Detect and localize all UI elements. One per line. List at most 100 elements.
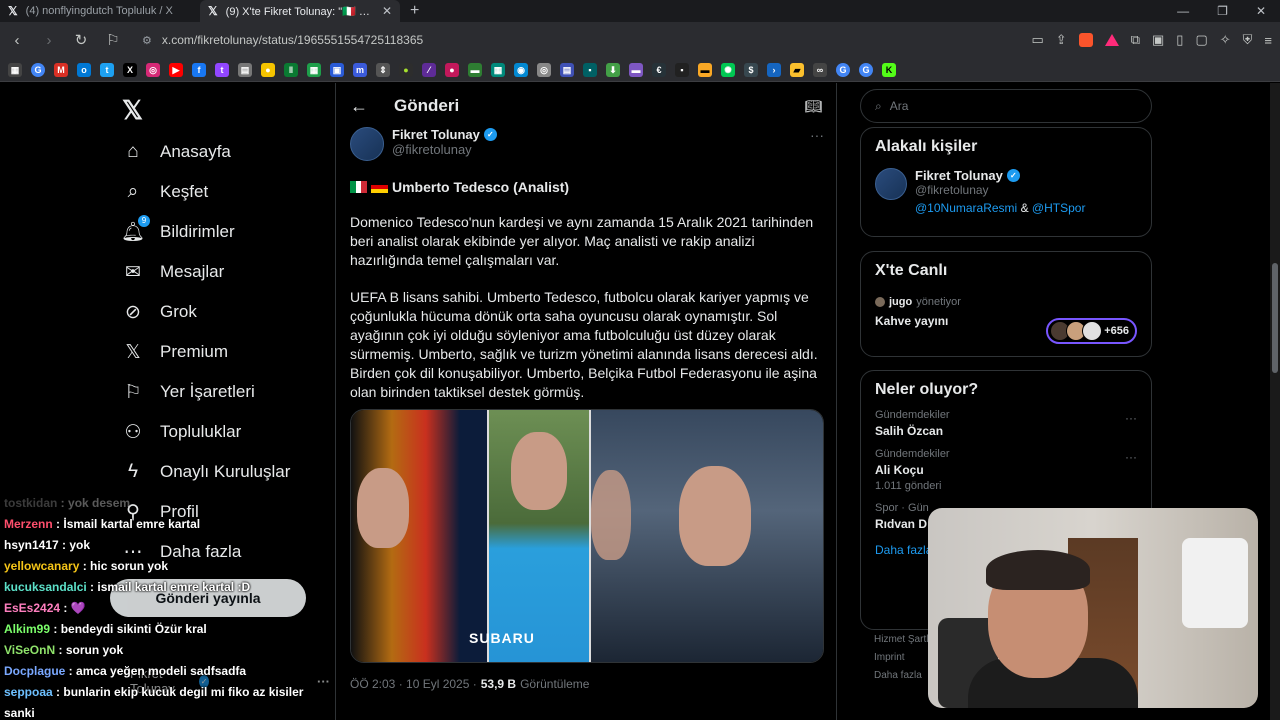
related-person[interactable]: Fikret Tolunay ✓ @fikretolunay @10NumaraR…: [861, 156, 1151, 225]
site-info-icon[interactable]: ⚙: [142, 34, 152, 47]
twitter-bookmark-icon[interactable]: t: [100, 62, 114, 77]
tweet-media[interactable]: SUBARU: [350, 409, 824, 663]
nav-item-bookmarks[interactable]: ⚐ Yer İşaretleri: [122, 381, 254, 403]
bookmark-icon[interactable]: ▣: [330, 62, 344, 77]
bookmark-icon[interactable]: ▪: [583, 62, 597, 77]
back-arrow-icon[interactable]: ←: [350, 96, 368, 117]
bookmark-icon[interactable]: m: [353, 62, 367, 77]
back-icon[interactable]: ‹: [8, 32, 26, 49]
nav-item-explore[interactable]: ⌕ Keşfet: [122, 181, 209, 203]
wallet-icon[interactable]: ▢: [1195, 32, 1207, 48]
bookmark-icon[interactable]: ▬: [468, 62, 482, 77]
bookmark-icon[interactable]: ▤: [560, 62, 574, 77]
avatar[interactable]: [350, 127, 384, 161]
bookmark-icon[interactable]: ▪: [675, 62, 689, 77]
bookmark-icon[interactable]: ▦: [491, 62, 505, 77]
tweet-time[interactable]: ÖÖ 2:03 · 10 Eyl 2025 ·: [350, 677, 477, 691]
nav-item-grok[interactable]: ⊘ Grok: [122, 301, 197, 323]
listeners-pill[interactable]: +656: [1046, 318, 1137, 344]
live-card[interactable]: X'te Canlı jugo yönetiyor Kahve yayını +…: [860, 251, 1152, 357]
folder-icon[interactable]: ▰: [790, 62, 804, 77]
nav-item-notifications[interactable]: 🔔︎ 9 Bildirimler: [121, 215, 235, 243]
bookmark-icon[interactable]: ▤: [238, 62, 252, 77]
chat-text: bunlarin ekip kucuk degil mi fiko az kis…: [63, 685, 304, 699]
bio-link[interactable]: @10NumaraResmi: [915, 201, 1017, 215]
instagram-bookmark-icon[interactable]: ◎: [146, 62, 160, 77]
bookmark-icon[interactable]: ▬: [629, 62, 643, 77]
url-bar[interactable]: ⚙ x.com/fikretolunay/status/196555155472…: [136, 27, 1017, 53]
download-bookmark-icon[interactable]: ⬇: [606, 62, 620, 77]
page-scrollbar[interactable]: [1272, 263, 1278, 373]
nav-item-communities[interactable]: ⚇ Topluluklar: [122, 421, 241, 443]
bookmark-icon[interactable]: ▬: [698, 62, 712, 77]
nav-item-messages[interactable]: ✉ Mesajlar: [122, 261, 224, 283]
x-logo-icon[interactable]: 𝕏: [122, 95, 143, 126]
bookmark-icon[interactable]: ›: [767, 62, 781, 77]
author-handle[interactable]: @fikretolunay: [392, 142, 497, 157]
share-icon[interactable]: ⇪: [1056, 32, 1067, 48]
bookmark-page-icon[interactable]: ⚐: [104, 31, 122, 49]
bio-link[interactable]: @HTSpor: [1032, 201, 1086, 215]
link-icon[interactable]: ∞: [813, 62, 827, 77]
bookmark-icon[interactable]: ✺: [721, 62, 735, 77]
new-tab-button[interactable]: +: [400, 2, 429, 20]
brave-rewards-icon[interactable]: [1104, 34, 1119, 46]
bookmark-icon[interactable]: ⁄: [422, 62, 436, 77]
google-bookmark-icon[interactable]: G: [836, 62, 850, 77]
bookmark-icon[interactable]: €: [652, 62, 666, 77]
trend-item[interactable]: Gündemdekiler Salih Özcan ···: [861, 399, 1151, 438]
leo-icon[interactable]: ✧: [1220, 32, 1231, 48]
browser-tab-2[interactable]: 𝕏 (9) X'te Fikret Tolunay: "🇮🇹 🇩🇪Umb ✕: [200, 0, 400, 22]
bookmark-icon[interactable]: ●: [399, 62, 413, 77]
outlook-bookmark-icon[interactable]: o: [77, 62, 91, 77]
google-bookmark-icon[interactable]: G: [31, 62, 45, 77]
browser-tab-1[interactable]: 𝕏 (4) nonflyingdutch Topluluk / X: [0, 0, 200, 22]
sidebar-toggle-icon[interactable]: ▯: [1176, 32, 1183, 48]
bookmark-icon[interactable]: ◉: [514, 62, 528, 77]
gmail-bookmark-icon[interactable]: M: [54, 62, 68, 77]
apps-icon[interactable]: ▦: [8, 62, 22, 77]
minimize-icon[interactable]: —: [1177, 4, 1189, 18]
nav-item-verified-orgs[interactable]: ϟ Onaylı Kuruluşlar: [122, 461, 290, 483]
google-bookmark-icon[interactable]: G: [859, 62, 873, 77]
cast-icon[interactable]: ▭: [1031, 32, 1043, 48]
trend-more-icon[interactable]: ···: [1125, 450, 1137, 464]
chat-username: EsEs2424: [4, 601, 61, 615]
menu-icon[interactable]: ≡: [1264, 33, 1272, 48]
sheets-bookmark-icon[interactable]: ▦: [307, 62, 321, 77]
avatar[interactable]: [875, 168, 907, 200]
chat-text: ismail kartal emre kartal :D: [97, 580, 251, 594]
bookmark-icon[interactable]: ◎: [537, 62, 551, 77]
trend-more-icon[interactable]: ···: [1125, 411, 1137, 425]
author-name-row[interactable]: Fikret Tolunay ✓: [392, 127, 497, 142]
trend-name: Salih Özcan: [875, 424, 944, 438]
youtube-bookmark-icon[interactable]: ▶: [169, 62, 183, 77]
chat-message: Alkim99 : bendeydi sikinti Özür kral: [0, 619, 330, 640]
trend-item[interactable]: Gündemdekiler Ali Koçu 1.011 gönderi ···: [861, 438, 1151, 492]
bookmark-icon[interactable]: ●: [445, 62, 459, 77]
bookmark-icon[interactable]: ⇕: [376, 62, 390, 77]
nav-item-premium[interactable]: 𝕏 Premium: [122, 341, 228, 363]
reload-icon[interactable]: ↻: [72, 31, 90, 49]
chat-message: hsyn1417 : yok: [0, 535, 330, 556]
brave-shield-icon[interactable]: [1078, 33, 1093, 47]
x-bookmark-icon[interactable]: X: [123, 62, 137, 77]
search-input[interactable]: ⌕ Ara: [860, 89, 1152, 123]
reader-mode-icon[interactable]: 📖︎: [804, 98, 822, 115]
chat-separator: :: [52, 685, 64, 699]
close-tab-icon[interactable]: ✕: [382, 4, 392, 18]
facebook-bookmark-icon[interactable]: f: [192, 62, 206, 77]
forward-icon[interactable]: ›: [40, 32, 58, 49]
close-window-icon[interactable]: ✕: [1256, 4, 1266, 18]
bookmark-icon[interactable]: ‖: [284, 62, 298, 77]
bookmark-icon[interactable]: ●: [261, 62, 275, 77]
screenshot-icon[interactable]: ▣: [1152, 32, 1164, 48]
twitch-bookmark-icon[interactable]: t: [215, 62, 229, 77]
extensions-icon[interactable]: ⧉: [1131, 32, 1140, 48]
bookmark-icon[interactable]: $: [744, 62, 758, 77]
kick-bookmark-icon[interactable]: K: [882, 62, 896, 77]
tweet-more-icon[interactable]: ···: [810, 127, 824, 143]
vpn-icon[interactable]: ⛨: [1243, 32, 1253, 48]
nav-item-home[interactable]: ⌂ Anasayfa: [122, 141, 231, 163]
maximize-icon[interactable]: ❐: [1217, 4, 1228, 18]
